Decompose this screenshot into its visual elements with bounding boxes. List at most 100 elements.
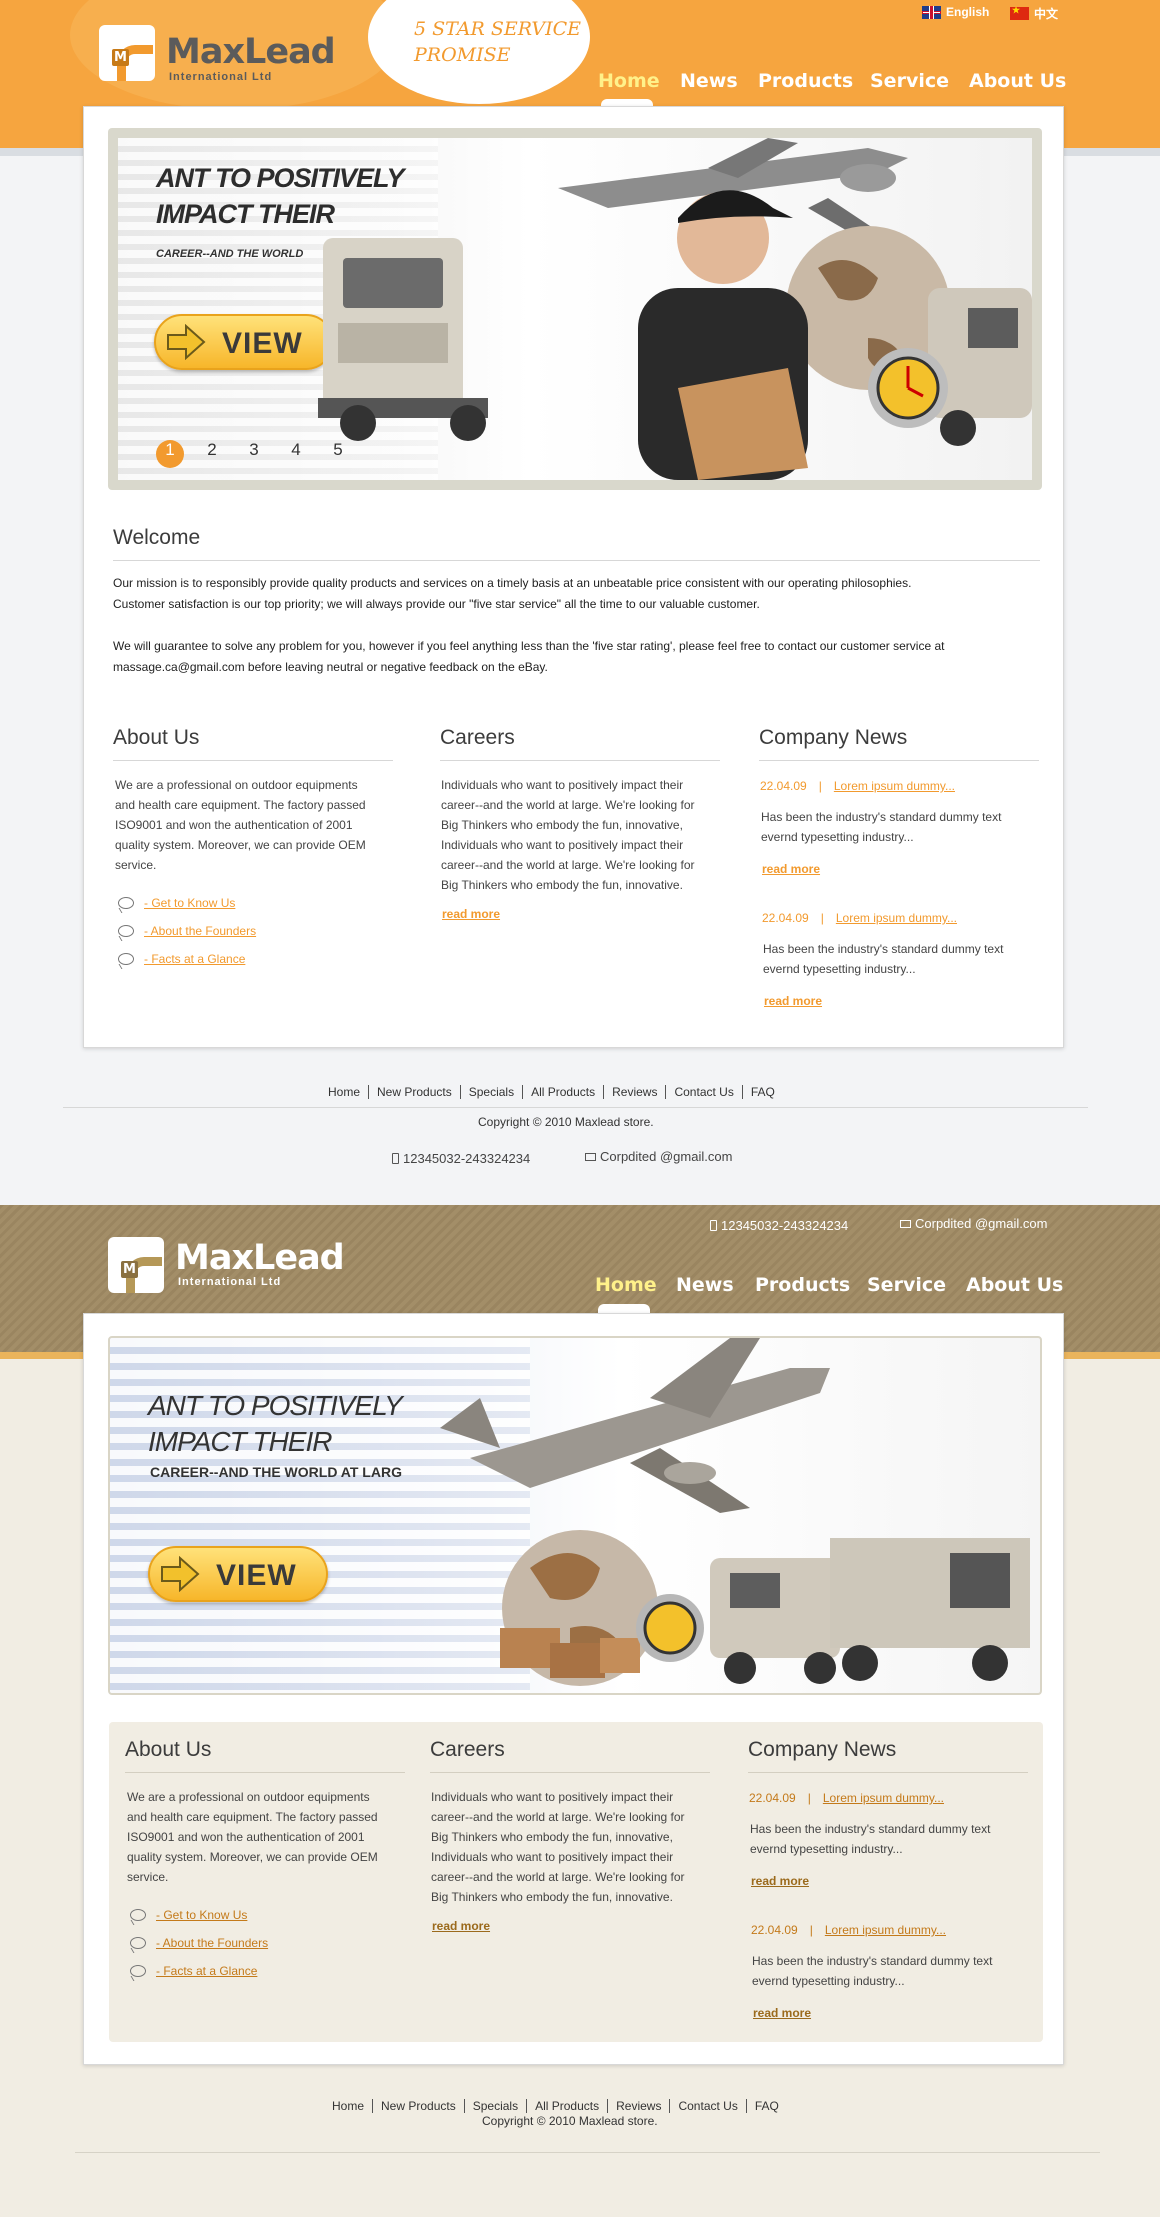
view-button-2[interactable]: VIEW xyxy=(148,1546,328,1602)
welcome-title: Welcome xyxy=(113,526,201,549)
footer-divider xyxy=(63,1107,1088,1108)
main-nav: Home News Products Service About Us xyxy=(598,70,1066,109)
lang-english[interactable]: English xyxy=(922,5,989,19)
slider-subline: CAREER--AND THE WORLD xyxy=(156,248,304,260)
welcome-paragraph-2: We will guarantee to solve any problem f… xyxy=(113,639,945,674)
pager-dot-3[interactable]: 3 xyxy=(240,440,268,468)
footer-link-reviews[interactable]: Reviews xyxy=(608,2099,671,2113)
news-item-2-link[interactable]: Lorem ipsum dummy... xyxy=(836,911,957,925)
footer-link-new-products[interactable]: New Products xyxy=(369,1085,461,1099)
link-about-founders[interactable]: - About the Founders xyxy=(118,917,256,945)
mail-icon xyxy=(900,1219,911,1228)
nav-products[interactable]: Products xyxy=(758,70,870,92)
news-item-1-read-more[interactable]: read more xyxy=(762,862,820,876)
footer-link-faq[interactable]: FAQ xyxy=(743,1085,783,1099)
speech-bubble-icon xyxy=(130,1965,146,1977)
footer-link-all-products[interactable]: All Products xyxy=(523,1085,605,1099)
hero-slider: ANT TO POSITIVELY IMPACT THEIR CAREER--A… xyxy=(108,128,1042,490)
nav-home-2[interactable]: Home xyxy=(595,1274,676,1314)
footer-link-new-products[interactable]: New Products xyxy=(373,2099,465,2113)
news-item-2-head: 22.04.09 | Lorem ipsum dummy... xyxy=(751,1923,946,1937)
slider-headline-1: ANT TO POSITIVELY xyxy=(148,1390,403,1421)
footer-email[interactable]: Corpdited @gmail.com xyxy=(585,1149,732,1164)
nav-service[interactable]: Service xyxy=(870,70,969,92)
about-title: About Us xyxy=(125,1738,212,1761)
divider xyxy=(125,1772,405,1773)
about-links: - Get to Know Us - About the Founders - … xyxy=(130,1901,268,1985)
nav-service-2[interactable]: Service xyxy=(867,1274,966,1296)
link-get-to-know-us[interactable]: - Get to Know Us xyxy=(118,889,256,917)
news-item-2-link[interactable]: Lorem ipsum dummy... xyxy=(825,1923,946,1937)
news-title: Company News xyxy=(748,1738,897,1761)
nav-news-2[interactable]: News xyxy=(676,1274,755,1296)
phone-icon xyxy=(392,1153,399,1164)
careers-text: Individuals who want to positively impac… xyxy=(441,778,695,892)
news-item-2-read-more[interactable]: read more xyxy=(764,994,822,1008)
main-nav-2: Home News Products Service About Us xyxy=(595,1274,1063,1314)
footer-divider xyxy=(75,2152,1100,2153)
header-email[interactable]: Corpdited @gmail.com xyxy=(900,1216,1047,1231)
footer-link-contact-us[interactable]: Contact Us xyxy=(670,2099,747,2113)
welcome-paragraph-1: Our mission is to responsibly provide qu… xyxy=(113,576,912,611)
logo-name[interactable]: MaxLead xyxy=(175,1240,345,1276)
nav-about-us[interactable]: About Us xyxy=(969,70,1066,92)
news-item-1-text: Has been the industry's standard dummy t… xyxy=(750,1822,991,1856)
slogan-text: 5 STAR SERVICE PROMISE xyxy=(414,18,581,66)
speech-bubble-icon xyxy=(130,1909,146,1921)
link-facts-at-glance[interactable]: - Facts at a Glance xyxy=(118,945,256,973)
logo-subtitle: International Ltd xyxy=(178,1276,282,1288)
nav-about-us-2[interactable]: About Us xyxy=(966,1274,1063,1296)
delivery-illustration-2 xyxy=(440,1338,1030,1686)
footer-link-contact-us[interactable]: Contact Us xyxy=(666,1085,743,1099)
footer-link-specials[interactable]: Specials xyxy=(465,2099,528,2113)
about-text: We are a professional on outdoor equipme… xyxy=(127,1790,378,1884)
logo-icon[interactable]: M xyxy=(108,1237,164,1293)
speech-bubble-icon xyxy=(118,925,134,937)
hero-slider-2: ANT TO POSITIVELY IMPACT THEIR CAREER--A… xyxy=(108,1336,1042,1695)
phone-icon xyxy=(710,1220,717,1231)
footer-link-all-products[interactable]: All Products xyxy=(527,2099,609,2113)
news-item-1-link[interactable]: Lorem ipsum dummy... xyxy=(823,1791,944,1805)
news-item-2-head: 22.04.09 | Lorem ipsum dummy... xyxy=(762,911,957,925)
news-item-1-link[interactable]: Lorem ipsum dummy... xyxy=(834,779,955,793)
lang-chinese[interactable]: 中文 xyxy=(1010,5,1058,22)
logo-subtitle: International Ltd xyxy=(169,71,273,83)
logo-name[interactable]: MaxLead xyxy=(166,34,336,70)
footer-link-reviews[interactable]: Reviews xyxy=(604,1085,667,1099)
slider-subline: CAREER--AND THE WORLD AT LARG xyxy=(150,1464,402,1480)
footer-nav-2: Home New Products Specials All Products … xyxy=(324,2099,787,2113)
footer-link-faq[interactable]: FAQ xyxy=(747,2099,787,2113)
news-item-1-read-more[interactable]: read more xyxy=(751,1874,809,1888)
mail-icon xyxy=(585,1152,596,1161)
news-item-1-head: 22.04.09 | Lorem ipsum dummy... xyxy=(749,1791,944,1805)
footer-nav: Home New Products Specials All Products … xyxy=(320,1085,783,1099)
delivery-illustration xyxy=(318,138,1032,480)
speech-bubble-icon xyxy=(118,897,134,909)
pager-dot-1[interactable]: 1 xyxy=(156,440,184,468)
link-facts-at-glance[interactable]: - Facts at a Glance xyxy=(130,1957,268,1985)
divider xyxy=(113,560,1040,561)
news-item-2-read-more[interactable]: read more xyxy=(753,2006,811,2020)
pager-dot-4[interactable]: 4 xyxy=(282,440,310,468)
view-button[interactable]: VIEW xyxy=(154,314,334,370)
careers-read-more[interactable]: read more xyxy=(432,1919,490,1933)
copyright: Copyright © 2010 Maxlead store. xyxy=(478,1115,654,1129)
link-get-to-know-us[interactable]: - Get to Know Us xyxy=(130,1901,268,1929)
nav-products-2[interactable]: Products xyxy=(755,1274,867,1296)
news-item-2-text: Has been the industry's standard dummy t… xyxy=(763,942,1004,976)
footer-link-home[interactable]: Home xyxy=(320,1085,370,1099)
footer-link-home[interactable]: Home xyxy=(324,2099,374,2113)
divider xyxy=(430,1772,710,1773)
careers-read-more[interactable]: read more xyxy=(442,907,500,921)
news-item-1-text: Has been the industry's standard dummy t… xyxy=(761,810,1002,844)
link-about-founders[interactable]: - About the Founders xyxy=(130,1929,268,1957)
divider xyxy=(748,1772,1028,1773)
copyright: Copyright © 2010 Maxlead store. xyxy=(482,2114,658,2128)
nav-home[interactable]: Home xyxy=(598,70,680,109)
divider xyxy=(113,760,393,761)
footer-link-specials[interactable]: Specials xyxy=(461,1085,524,1099)
nav-news[interactable]: News xyxy=(680,70,758,92)
about-title: About Us xyxy=(113,726,200,749)
pager-dot-2[interactable]: 2 xyxy=(198,440,226,468)
logo-icon[interactable]: M xyxy=(99,25,155,81)
